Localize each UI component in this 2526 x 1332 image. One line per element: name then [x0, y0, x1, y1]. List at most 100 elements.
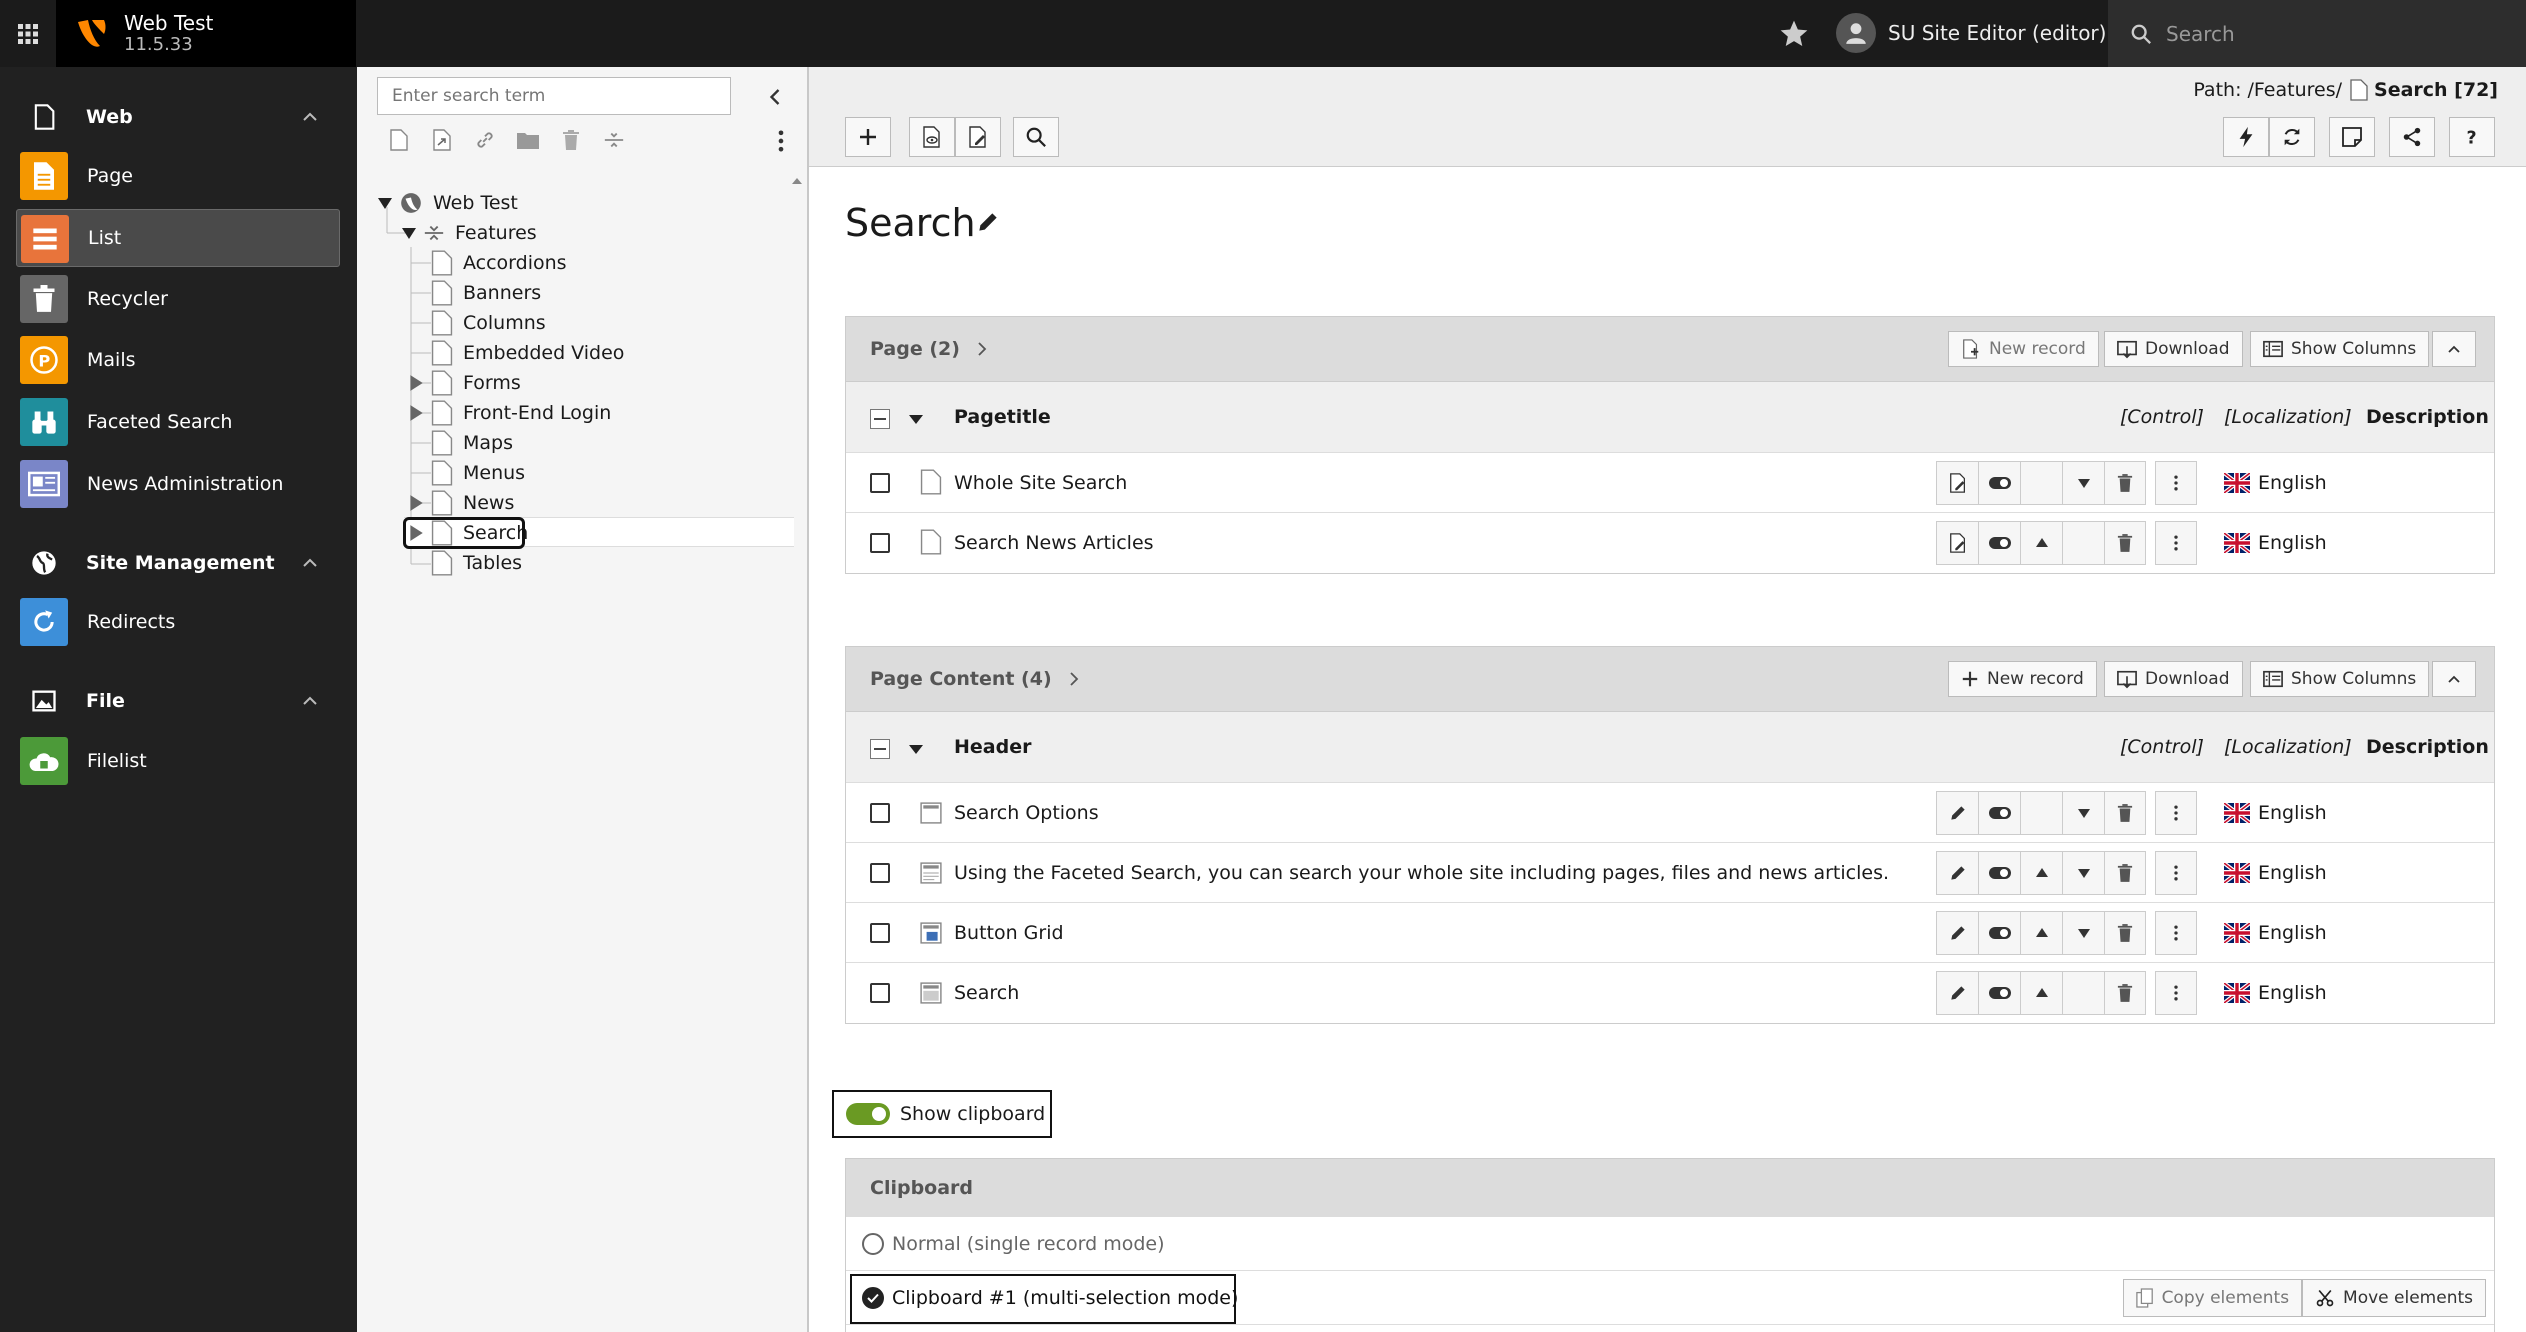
- collapse-panel-button[interactable]: [2432, 661, 2476, 697]
- move-up-button[interactable]: [2020, 851, 2062, 895]
- toggle-visibility-button[interactable]: [1978, 461, 2020, 505]
- chevron-right-icon[interactable]: [974, 341, 990, 357]
- column-header-title[interactable]: Header: [954, 736, 1031, 758]
- tree-node-root[interactable]: Web Test: [377, 188, 518, 218]
- column-description[interactable]: Description: [2366, 406, 2489, 428]
- module-page[interactable]: Page: [16, 147, 340, 205]
- page-icon[interactable]: [920, 469, 942, 495]
- edit-page-button[interactable]: [955, 117, 1001, 157]
- row-title[interactable]: Button Grid: [954, 922, 1064, 944]
- collapse-triangle-icon[interactable]: [377, 195, 393, 211]
- tree-node-forms[interactable]: Forms: [410, 368, 521, 398]
- panel-title[interactable]: Page Content (4): [870, 668, 1052, 690]
- module-recycler[interactable]: Recycler: [16, 270, 340, 328]
- new-record-button[interactable]: [845, 117, 891, 157]
- group-site-management[interactable]: Site Management: [0, 535, 357, 591]
- delete-button[interactable]: [2104, 461, 2146, 505]
- move-up-button[interactable]: [2020, 971, 2062, 1015]
- row-checkbox[interactable]: [870, 533, 890, 553]
- tree-node-accordions[interactable]: Accordions: [431, 248, 567, 278]
- view-page-button[interactable]: [909, 117, 955, 157]
- toggle-switch[interactable]: [846, 1103, 890, 1125]
- edit-page-button[interactable]: [1936, 461, 1978, 505]
- content-header-icon[interactable]: [920, 802, 942, 824]
- radio-multi[interactable]: [862, 1286, 884, 1309]
- copy-elements-button[interactable]: Copy elements: [2122, 1279, 2303, 1317]
- more-actions-button[interactable]: [2155, 791, 2197, 835]
- group-file[interactable]: File: [0, 673, 357, 729]
- caret-down-icon[interactable]: [908, 412, 924, 426]
- delete-button[interactable]: [2104, 791, 2146, 835]
- tree-node-tables[interactable]: Tables: [431, 548, 522, 578]
- toggle-visibility-button[interactable]: [1978, 521, 2020, 565]
- more-actions-button[interactable]: [2155, 521, 2197, 565]
- show-clipboard-toggle[interactable]: Show clipboard: [832, 1090, 1052, 1138]
- group-web[interactable]: Web: [0, 89, 357, 145]
- row-title[interactable]: Search News Articles: [954, 532, 1154, 554]
- tree-node-front-end-login[interactable]: Front-End Login: [410, 398, 611, 428]
- content-plugin-icon[interactable]: [920, 982, 942, 1004]
- module-mails[interactable]: P Mails: [16, 331, 340, 389]
- row-checkbox[interactable]: [870, 473, 890, 493]
- move-elements-button[interactable]: Move elements: [2302, 1279, 2486, 1317]
- collapse-triangle-icon[interactable]: [401, 225, 417, 241]
- module-faceted-search[interactable]: Faceted Search: [16, 393, 340, 451]
- caret-down-icon[interactable]: [908, 742, 924, 756]
- more-actions-button[interactable]: [2155, 911, 2197, 955]
- move-up-button[interactable]: [2020, 521, 2062, 565]
- move-down-button[interactable]: [2062, 851, 2104, 895]
- delete-button[interactable]: [2104, 971, 2146, 1015]
- tree-node-features[interactable]: Features: [401, 218, 537, 248]
- delete-button[interactable]: [2104, 911, 2146, 955]
- panel-title[interactable]: Page (2): [870, 338, 960, 360]
- tree-node-menus[interactable]: Menus: [431, 458, 525, 488]
- more-actions-button[interactable]: [2155, 851, 2197, 895]
- module-redirects[interactable]: Redirects: [16, 593, 340, 651]
- toggle-visibility-button[interactable]: [1978, 971, 2020, 1015]
- new-record-button[interactable]: New record: [1948, 661, 2097, 697]
- more-actions-button[interactable]: [2155, 971, 2197, 1015]
- edit-button[interactable]: [1936, 851, 1978, 895]
- move-down-button[interactable]: [2062, 461, 2104, 505]
- row-checkbox[interactable]: [870, 983, 890, 1003]
- toggle-visibility-button[interactable]: [1978, 911, 2020, 955]
- row-checkbox[interactable]: [870, 923, 890, 943]
- bookmarks-button[interactable]: [1778, 18, 1810, 50]
- toggle-visibility-button[interactable]: [1978, 851, 2020, 895]
- more-actions-button[interactable]: [2155, 461, 2197, 505]
- share-button[interactable]: [2389, 117, 2435, 157]
- module-list[interactable]: List: [16, 209, 340, 267]
- live-search-input[interactable]: [2166, 21, 2466, 46]
- help-button[interactable]: ?: [2449, 117, 2495, 157]
- tree-node-embedded-video[interactable]: Embedded Video: [431, 338, 624, 368]
- clipboard-mode-multi[interactable]: Clipboard #1 (multi-selection mode) Copy…: [846, 1271, 2494, 1325]
- select-all-checkbox[interactable]: [870, 409, 890, 429]
- bookmark-button[interactable]: [2329, 117, 2375, 157]
- module-menu-toggle[interactable]: [0, 0, 56, 67]
- content-text-icon[interactable]: [920, 862, 942, 884]
- move-down-button[interactable]: [2062, 791, 2104, 835]
- tree-node-maps[interactable]: Maps: [431, 428, 513, 458]
- delete-button[interactable]: [2104, 521, 2146, 565]
- move-down-button[interactable]: [2062, 911, 2104, 955]
- row-title[interactable]: Search Options: [954, 802, 1099, 824]
- row-checkbox[interactable]: [870, 863, 890, 883]
- download-button[interactable]: Download: [2104, 331, 2243, 367]
- row-title[interactable]: Using the Faceted Search, you can search…: [954, 862, 1889, 884]
- site-brand[interactable]: Web Test 11.5.33: [56, 0, 356, 67]
- radio-normal[interactable]: [862, 1232, 884, 1255]
- edit-button[interactable]: [1936, 911, 1978, 955]
- show-columns-button[interactable]: Show Columns: [2250, 331, 2430, 367]
- delete-button[interactable]: [2104, 851, 2146, 895]
- show-columns-button[interactable]: Show Columns: [2250, 661, 2430, 697]
- new-record-button[interactable]: New record: [1948, 331, 2099, 367]
- column-description[interactable]: Description: [2366, 736, 2489, 758]
- collapse-panel-button[interactable]: [2432, 331, 2476, 367]
- content-button-grid-icon[interactable]: [920, 922, 942, 944]
- module-news-admin[interactable]: News Administration: [16, 455, 340, 513]
- row-checkbox[interactable]: [870, 803, 890, 823]
- module-filelist[interactable]: Filelist: [16, 732, 340, 790]
- edit-button[interactable]: [1936, 791, 1978, 835]
- tree-node-columns[interactable]: Columns: [431, 308, 546, 338]
- search-records-button[interactable]: [1013, 117, 1059, 157]
